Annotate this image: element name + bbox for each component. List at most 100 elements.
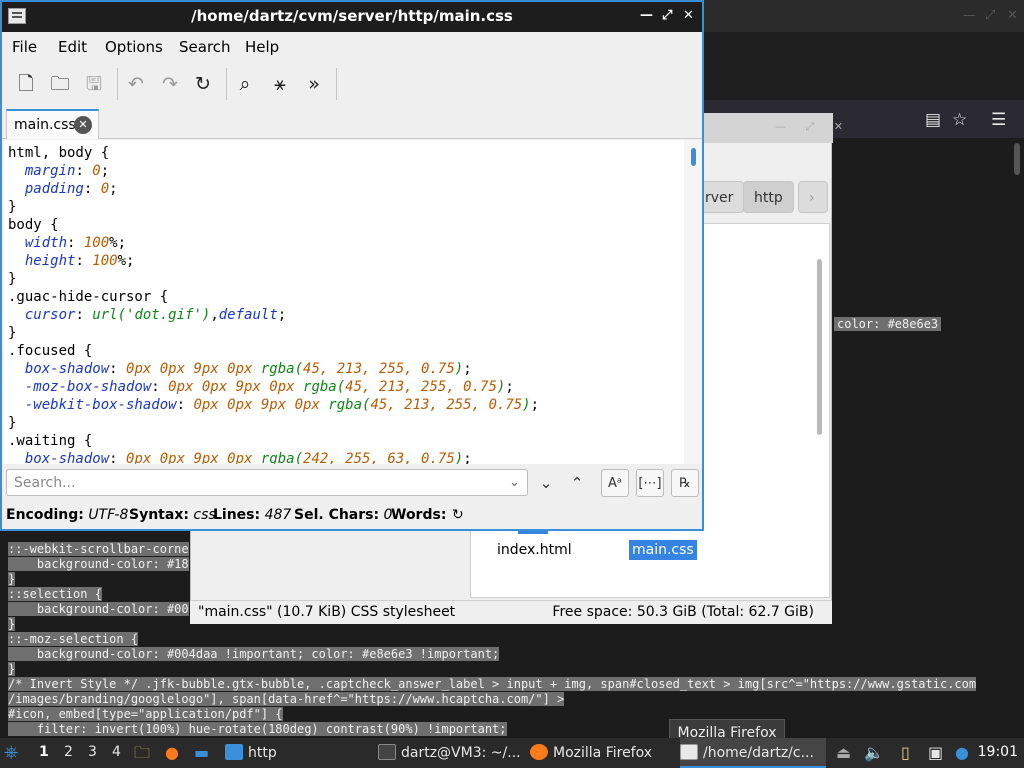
code-line: .waiting { <box>8 433 93 449</box>
file-item-selected[interactable]: main.css <box>629 540 697 560</box>
tab-bar: main.css ✕ <box>2 107 702 139</box>
close-icon[interactable]: ✕ <box>683 8 694 23</box>
editor-statusbar: Encoding: UTF-8 Syntax: css Lines: 487 S… <box>2 503 702 529</box>
search-history-dropdown-icon[interactable]: ⌄ <box>509 475 520 490</box>
terminal-text-fragment: color: #e8e6e3 <box>834 317 942 331</box>
bg-minimize-icon: — <box>963 8 976 23</box>
task-http[interactable]: http <box>225 738 373 768</box>
file-manager-scrollbar[interactable] <box>817 259 822 435</box>
code-line: } <box>8 271 17 287</box>
redo-icon[interactable]: ↷ <box>156 70 184 98</box>
terminal-line: ::selection { <box>8 587 102 601</box>
code-line: .focused { <box>8 343 93 359</box>
whole-word-icon[interactable]: [⋯] <box>636 469 664 497</box>
background-window-titlebar: — ⤢ ✕ <box>703 0 1024 32</box>
code-line: html, body { <box>8 145 110 161</box>
find-next-icon[interactable]: ⌄ <box>532 469 560 497</box>
crumb-http[interactable]: http <box>743 181 794 213</box>
terminal-line: } <box>8 617 16 631</box>
hamburger-menu-icon[interactable]: ☰ <box>991 110 1006 130</box>
code-editor-area[interactable]: html, body { margin: 0; padding: 0;} body… <box>4 140 684 464</box>
desktop-launcher-icon[interactable]: ▬ <box>194 738 216 768</box>
refresh-words-icon[interactable]: ↻ <box>452 507 464 523</box>
clipboard-icon[interactable]: ▯ <box>901 743 910 762</box>
tab-close-icon[interactable]: ✕ <box>74 116 92 134</box>
network-icon[interactable]: ▣ <box>928 743 943 762</box>
file-manager-launcher-icon[interactable]: 🗀 <box>134 738 156 768</box>
reload-icon[interactable]: ↻ <box>189 70 217 98</box>
regex-icon[interactable]: ℞ <box>671 469 699 497</box>
bg-maximize-icon: ⤢ <box>985 8 996 23</box>
match-case-icon[interactable]: Aᵃ <box>601 469 629 497</box>
editor-scrollbar-thumb[interactable] <box>691 148 696 166</box>
firefox-icon <box>530 744 548 760</box>
code-line: width: 100%; <box>24 235 127 251</box>
code-line: } <box>8 199 17 215</box>
taskbar: ⎈ 1 2 3 4 🗀 ● ▬ http dartz@VM3: ~/... Mo… <box>0 738 1024 768</box>
tab-main-css[interactable]: main.css ✕ <box>6 109 99 139</box>
minimize-icon[interactable]: — <box>640 8 653 23</box>
clock: 19:01 <box>977 744 1018 760</box>
terminal-line: } <box>8 572 16 586</box>
toolbar-separator <box>117 68 118 100</box>
toolbar-separator <box>226 68 227 100</box>
menu-search[interactable]: Search <box>179 38 231 56</box>
bookmark-star-icon[interactable]: ☆ <box>952 110 967 130</box>
save-icon[interactable]: 🖫 <box>80 70 108 98</box>
terminal-line: #icon, embed[type="application/pdf"] { <box>8 707 283 721</box>
terminal-scrollbar[interactable] <box>1014 143 1020 175</box>
free-space-text: Free space: 50.3 GiB (Total: 62.7 GiB) <box>552 604 814 620</box>
more-chevron-icon[interactable]: » <box>300 70 328 98</box>
maximize-icon[interactable]: ⤢ <box>662 8 672 23</box>
lines-status: Lines: 487 <box>213 507 292 523</box>
new-file-icon[interactable]: 🗋 <box>12 70 40 98</box>
task-firefox[interactable]: Mozilla Firefox <box>530 738 676 768</box>
code-line: height: 100%; <box>24 253 135 269</box>
terminal-line: background-color: #18 <box>8 557 189 571</box>
code-line: .guac-hide-cursor { <box>8 289 169 305</box>
file-item[interactable]: index.html <box>494 540 575 560</box>
terminal-icon <box>378 744 396 760</box>
tray-eject-icon[interactable]: ⏏ <box>836 743 851 762</box>
undo-icon[interactable]: ↶ <box>122 70 150 98</box>
find-previous-icon[interactable]: ⌃ <box>563 469 591 497</box>
terminal-line: } <box>8 662 16 676</box>
crumb-next-arrow-icon[interactable]: › <box>798 181 828 213</box>
open-folder-icon[interactable]: 🗀 <box>46 70 74 98</box>
menu-file[interactable]: File <box>12 38 37 56</box>
workspace-4[interactable]: 4 <box>112 744 121 760</box>
editor-titlebar[interactable]: /home/dartz/cvm/server/http/main.css — ⤢… <box>2 2 702 32</box>
start-menu-icon[interactable]: ⎈ <box>4 738 28 768</box>
words-status: Words: <box>391 507 447 523</box>
syntax-status: Syntax: css <box>129 507 216 523</box>
code-line: -webkit-box-shadow: 0px 0px 9px 0px rgba… <box>24 397 540 413</box>
menubar: File Edit Options Search Help <box>2 32 702 60</box>
workspace-2[interactable]: 2 <box>64 744 73 760</box>
find-replace-icon[interactable]: ⚹ <box>266 70 294 98</box>
terminal-line: ::-moz-selection { <box>8 632 139 646</box>
window-title: /home/dartz/cvm/server/http/main.css <box>191 7 513 25</box>
code-line: box-shadow: 0px 0px 9px 0px rgba(242, 25… <box>24 451 472 464</box>
task-terminal[interactable]: dartz@VM3: ~/... <box>378 738 524 768</box>
workspace-3[interactable]: 3 <box>88 744 97 760</box>
search-input[interactable] <box>6 469 528 496</box>
file-manager-window-controls: — ⤢ ✕ <box>775 120 852 133</box>
text-editor-window: /home/dartz/cvm/server/http/main.css — ⤢… <box>0 0 704 531</box>
volume-icon[interactable]: 🔈 <box>864 743 884 762</box>
menu-options[interactable]: Options <box>105 38 163 56</box>
firefox-launcher-icon[interactable]: ● <box>165 738 187 768</box>
terminal-line: filter: invert(100%) hue-rotate(180deg) … <box>8 722 507 736</box>
code-line: -moz-box-shadow: 0px 0px 9px 0px rgba(45… <box>24 379 514 395</box>
code-line: } <box>8 325 17 341</box>
update-icon[interactable]: ● <box>955 743 969 762</box>
editor-scrollbar-track[interactable] <box>684 140 702 464</box>
menu-help[interactable]: Help <box>245 38 279 56</box>
terminal-line: /images/branding/googlelogo"], span[data… <box>8 692 565 706</box>
reader-view-icon[interactable]: ▤ <box>925 110 941 130</box>
terminal-line: background-color: #004daa !important; co… <box>8 647 500 661</box>
menu-edit[interactable]: Edit <box>58 38 87 56</box>
folder-icon <box>225 744 243 760</box>
workspace-1[interactable]: 1 <box>39 744 49 760</box>
task-editor[interactable]: /home/dartz/c... <box>680 738 826 768</box>
find-icon[interactable]: ⌕ <box>231 70 259 98</box>
